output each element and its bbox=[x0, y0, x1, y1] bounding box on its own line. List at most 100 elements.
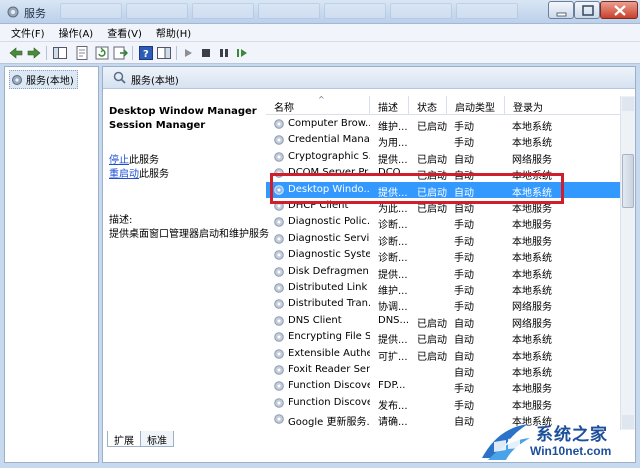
service-logon-as: 本地系统 bbox=[512, 351, 552, 363]
service-status: 已启动 bbox=[417, 154, 447, 166]
service-logon-as: 本地服务 bbox=[512, 400, 552, 412]
scroll-up-button[interactable] bbox=[622, 97, 634, 111]
service-gear-icon bbox=[274, 414, 284, 424]
table-row[interactable]: Diagnostic Servi... 诊断... 手动 本地服务 bbox=[266, 231, 620, 248]
column-header-description[interactable]: 描述 bbox=[370, 96, 409, 114]
service-startup-type: 手动 bbox=[454, 138, 474, 150]
panel-header-title: 服务(本地) bbox=[131, 76, 179, 87]
table-row[interactable]: Diagnostic Syste... 诊断... 手动 本地系统 bbox=[266, 247, 620, 265]
service-logon-as: 网络服务 bbox=[512, 154, 552, 166]
tree-node-services-local[interactable]: 服务(本地) bbox=[9, 70, 78, 89]
service-startup-type: 手动 bbox=[454, 400, 474, 412]
service-gear-icon bbox=[274, 151, 284, 162]
minimize-button[interactable] bbox=[548, 1, 574, 19]
forward-arrow-icon[interactable] bbox=[26, 45, 42, 61]
menu-view[interactable]: 查看(V) bbox=[100, 25, 149, 40]
menu-file[interactable]: 文件(F) bbox=[4, 25, 52, 40]
service-gear-icon bbox=[274, 266, 284, 277]
selected-service-title: Desktop Window Manager Session Manager bbox=[109, 106, 257, 131]
table-row[interactable]: Computer Brow... 维护... 已启动 手动 本地系统 bbox=[266, 116, 620, 133]
table-row[interactable]: Distributed Tran... 协调... 手动 网络服务 bbox=[266, 296, 620, 313]
header-divider bbox=[266, 114, 620, 115]
service-logon-as: 本地系统 bbox=[512, 335, 552, 347]
column-header-label: 状态 bbox=[417, 103, 437, 114]
toolbar-separator bbox=[46, 46, 47, 60]
table-row[interactable]: Extensible Authe... 可扩... 已启动自动 本地系统 bbox=[266, 346, 620, 363]
column-header-label: 登录为 bbox=[513, 103, 543, 114]
service-gear-icon bbox=[274, 332, 284, 342]
watermark-brand-text: 系统之家 bbox=[536, 425, 608, 445]
table-row[interactable]: Function Discove... 发布... 手动 本地服务 bbox=[266, 395, 620, 412]
column-header-status[interactable]: 状态 bbox=[409, 96, 447, 114]
table-row[interactable]: Foxit Reader Ser... 自动 本地系统 bbox=[266, 362, 620, 379]
service-name: DNS Client bbox=[288, 314, 342, 326]
menu-help[interactable]: 帮助(H) bbox=[149, 25, 198, 40]
restart-service-icon[interactable] bbox=[234, 45, 250, 61]
table-row[interactable]: Cryptographic S... 提供... 已启动 自动 网络服务 bbox=[266, 149, 620, 166]
vertical-scrollbar[interactable] bbox=[620, 96, 635, 430]
minimize-icon bbox=[556, 12, 567, 17]
menu-action[interactable]: 操作(A) bbox=[52, 25, 101, 40]
table-row[interactable]: Encrypting File S... 提供... 已启动自动 本地系统 bbox=[266, 329, 620, 347]
service-name: Disk Defragmen... bbox=[288, 265, 370, 277]
help-icon[interactable]: ? bbox=[138, 45, 154, 61]
service-startup-type: 手动 bbox=[454, 236, 474, 248]
toolbar: ? bbox=[0, 42, 640, 64]
services-panel: 服务(本地) Desktop Window Manager Session Ma… bbox=[102, 66, 636, 463]
restart-service-link[interactable]: 重启动 bbox=[109, 169, 139, 180]
tab-extended[interactable]: 扩展 bbox=[107, 431, 141, 447]
stop-service-icon[interactable] bbox=[198, 45, 214, 61]
services-gear-icon bbox=[7, 6, 19, 18]
close-button[interactable] bbox=[600, 1, 638, 19]
start-service-icon[interactable] bbox=[180, 45, 196, 61]
service-gear-icon bbox=[274, 381, 284, 392]
service-gear-icon bbox=[274, 365, 284, 375]
service-description: 提供... bbox=[378, 154, 408, 166]
watermark-logo-icon bbox=[482, 424, 530, 460]
service-description: FDP... bbox=[378, 380, 406, 392]
service-status: 已启动 bbox=[417, 318, 447, 330]
service-logon-as: 本地服务 bbox=[512, 220, 552, 232]
restart-service-suffix: 此服务 bbox=[139, 169, 169, 180]
table-row[interactable]: Diagnostic Polic... 诊断... 手动 本地服务 bbox=[266, 214, 620, 232]
console-tree-icon[interactable] bbox=[52, 45, 68, 61]
service-logon-as: 本地服务 bbox=[512, 236, 552, 248]
table-row[interactable]: DNS Client DNS... 已启动 自动 网络服务 bbox=[266, 313, 620, 330]
column-header-name[interactable]: 名称 ^ bbox=[266, 95, 370, 114]
show-hide-pane-icon[interactable] bbox=[156, 45, 172, 61]
service-logon-as: 本地系统 bbox=[512, 122, 552, 133]
tab-standard[interactable]: 标准 bbox=[140, 431, 174, 447]
service-name: Distributed Link ... bbox=[288, 282, 370, 293]
service-name: Diagnostic Servi... bbox=[288, 232, 370, 244]
service-gear-icon bbox=[274, 217, 284, 228]
column-header-logon-as[interactable]: 登录为 bbox=[505, 96, 620, 114]
table-row[interactable]: Disk Defragmen... 提供... 手动 本地系统 bbox=[266, 264, 620, 281]
service-startup-type: 手动 bbox=[454, 286, 474, 297]
column-header-label: 描述 bbox=[378, 103, 398, 114]
column-header-startup-type[interactable]: 启动类型 bbox=[447, 96, 505, 114]
console-tree: 服务(本地) bbox=[4, 66, 99, 463]
properties-sheet-icon[interactable] bbox=[74, 45, 90, 61]
selection-highlight-annotation bbox=[270, 173, 564, 204]
service-description: 发布... bbox=[378, 400, 408, 412]
service-gear-icon bbox=[274, 135, 284, 146]
service-gear-icon bbox=[274, 233, 284, 244]
table-row[interactable]: Distributed Link ... 维护... 手动 本地系统 bbox=[266, 280, 620, 297]
service-name: Diagnostic Polic... bbox=[288, 216, 370, 228]
service-startup-type: 手动 bbox=[454, 220, 474, 232]
service-startup-type: 手动 bbox=[454, 253, 474, 265]
pause-service-icon[interactable] bbox=[216, 45, 232, 61]
toolbar-separator bbox=[132, 46, 133, 60]
service-logon-as: 网络服务 bbox=[512, 318, 552, 330]
service-logon-as: 本地系统 bbox=[512, 286, 552, 297]
service-logon-as: 本地系统 bbox=[512, 368, 552, 379]
scroll-thumb[interactable] bbox=[622, 154, 634, 208]
export-list-icon[interactable] bbox=[112, 45, 128, 61]
maximize-button[interactable] bbox=[574, 1, 600, 19]
refresh-icon[interactable] bbox=[94, 45, 110, 61]
site-watermark: 系统之家 Win10net.com bbox=[478, 414, 638, 466]
service-logon-as: 本地服务 bbox=[512, 384, 552, 396]
table-row[interactable]: Credential Mana... 为用... 手动 本地系统 bbox=[266, 132, 620, 150]
back-arrow-icon[interactable] bbox=[8, 45, 24, 61]
table-row[interactable]: Function Discove... FDP... 手动 本地服务 bbox=[266, 378, 620, 396]
